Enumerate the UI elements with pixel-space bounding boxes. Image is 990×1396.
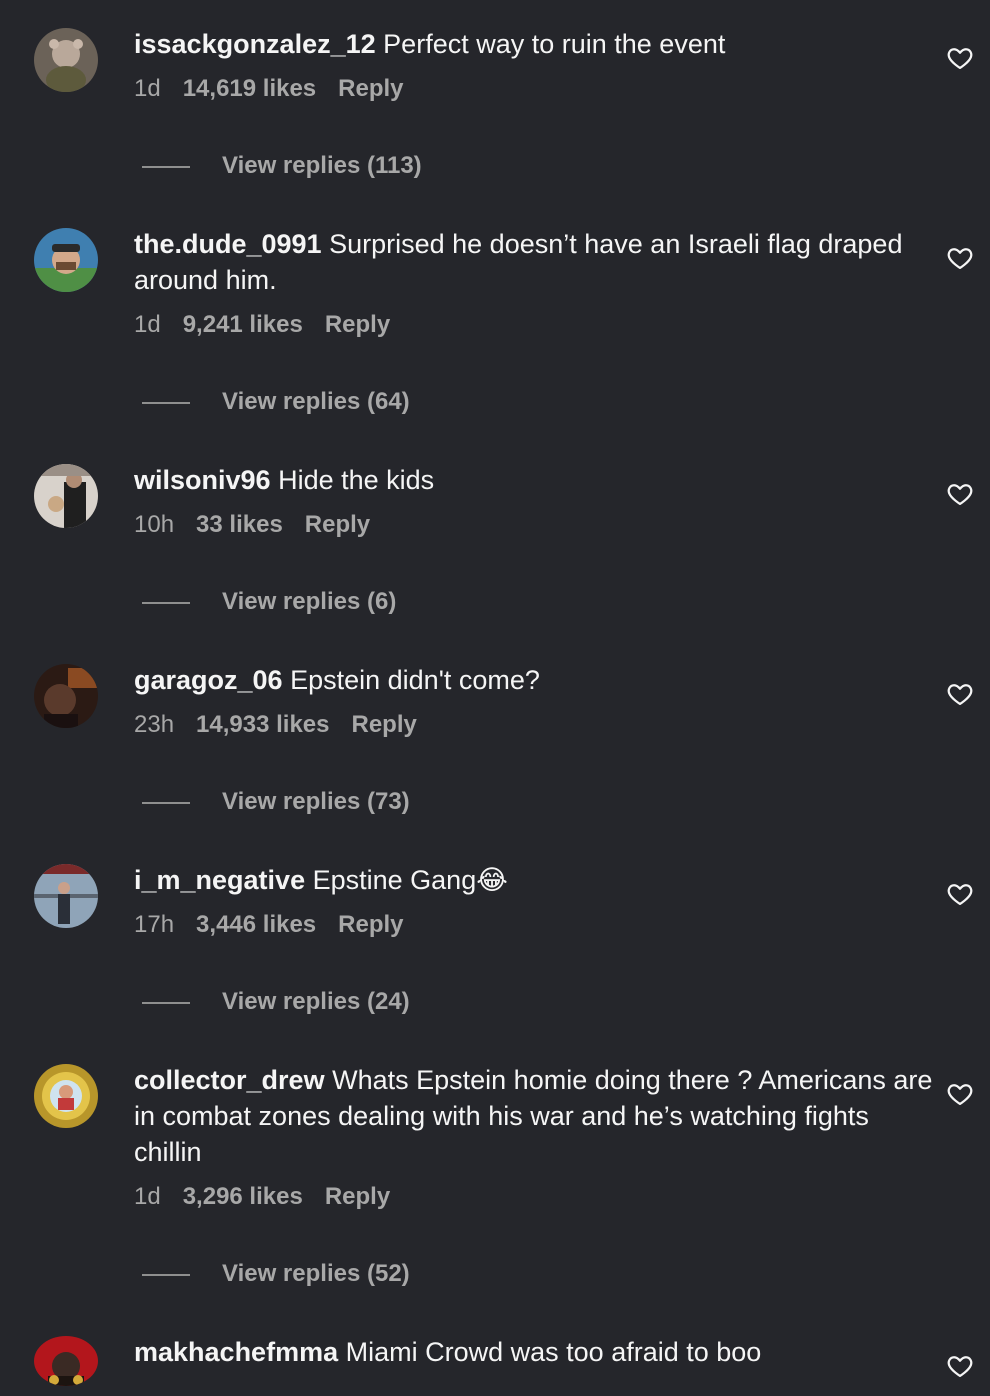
comment-username[interactable]: the.dude_0991 (134, 229, 322, 259)
comment-username[interactable]: garagoz_06 (134, 665, 283, 695)
comment-body: makhachefmma Miami Crowd was too afraid … (134, 1337, 934, 1370)
comment-time: 1d (134, 1183, 161, 1210)
avatar[interactable] (34, 228, 98, 292)
comment-likes[interactable]: 3,296 likes (183, 1182, 303, 1212)
avatar[interactable] (34, 464, 98, 528)
comment-likes[interactable]: 9,241 likes (183, 310, 303, 340)
comment-body: issackgonzalez_12 Perfect way to ruin th… (134, 29, 934, 104)
heart-icon[interactable] (946, 880, 974, 908)
divider-line (142, 166, 190, 168)
comment-text: makhachefmma Miami Crowd was too afraid … (134, 1334, 934, 1370)
comment-meta: 17h 3,446 likes Reply (134, 910, 934, 940)
comment-time: 1d (134, 311, 161, 338)
comment-body: wilsoniv96 Hide the kids 10h 33 likes Repl… (134, 465, 934, 540)
comment-content: Epstine Gang😂 (312, 865, 508, 895)
comment-likes[interactable]: 33 likes (196, 510, 283, 540)
comment-meta: 1d 9,241 likes Reply (134, 310, 934, 340)
heart-icon[interactable] (946, 1352, 974, 1380)
divider-line (142, 1274, 190, 1276)
comment-likes[interactable]: 3,446 likes (196, 910, 316, 940)
comment-username[interactable]: makhachefmma (134, 1337, 338, 1367)
divider-line (142, 402, 190, 404)
comment-body: the.dude_0991 Surprised he doesn’t have … (134, 229, 934, 340)
comment-text: i_m_negative Epstine Gang😂 (134, 862, 934, 898)
comment-time: 23h (134, 711, 175, 738)
heart-icon[interactable] (946, 44, 974, 72)
comment-text: the.dude_0991 Surprised he doesn’t have … (134, 226, 934, 298)
divider-line (142, 802, 190, 804)
avatar[interactable] (34, 664, 98, 728)
view-replies-label: View replies (24) (222, 988, 410, 1015)
view-replies-label: View replies (6) (222, 588, 397, 615)
heart-icon[interactable] (946, 480, 974, 508)
comment-text: wilsoniv96 Hide the kids (134, 462, 934, 498)
comment-username[interactable]: i_m_negative (134, 865, 305, 895)
comment-body: collector_drew Whats Epstein homie doing… (134, 1065, 934, 1212)
comment-text: garagoz_06 Epstein didn't come? (134, 662, 934, 698)
avatar[interactable] (34, 28, 98, 92)
reply-button[interactable]: Reply (352, 710, 417, 740)
comment-content: Perfect way to ruin the event (383, 29, 726, 59)
comment-likes[interactable]: 14,933 likes (196, 710, 329, 740)
comment-content: Miami Crowd was too afraid to boo (345, 1337, 762, 1367)
divider-line (142, 602, 190, 604)
comment-meta: 1d 14,619 likes Reply (134, 74, 934, 104)
comment-username[interactable]: collector_drew (134, 1065, 325, 1095)
view-replies-label: View replies (52) (222, 1260, 410, 1287)
comment-time: 10h (134, 511, 175, 538)
view-replies-label: View replies (113) (222, 152, 422, 179)
avatar[interactable] (34, 1336, 98, 1386)
reply-button[interactable]: Reply (325, 310, 390, 340)
reply-button[interactable]: Reply (338, 910, 403, 940)
comment-body: i_m_negative Epstine Gang😂 17h 3,446 like… (134, 865, 934, 940)
comment-meta: 23h 14,933 likes Reply (134, 710, 934, 740)
reply-button[interactable]: Reply (325, 1182, 390, 1212)
comment-content: Hide the kids (278, 465, 435, 495)
reply-button[interactable]: Reply (305, 510, 370, 540)
view-replies-label: View replies (64) (222, 388, 410, 415)
avatar[interactable] (34, 864, 98, 928)
comment-meta: 10h 33 likes Reply (134, 510, 934, 540)
heart-icon[interactable] (946, 244, 974, 272)
comment-time: 1d (134, 75, 161, 102)
comment-text: collector_drew Whats Epstein homie doing… (134, 1062, 934, 1170)
divider-line (142, 1002, 190, 1004)
avatar[interactable] (34, 1064, 98, 1128)
heart-icon[interactable] (946, 1080, 974, 1108)
comment-time: 17h (134, 911, 175, 938)
heart-icon[interactable] (946, 680, 974, 708)
comment-meta: 1d 3,296 likes Reply (134, 1182, 934, 1212)
comment-username[interactable]: issackgonzalez_12 (134, 29, 376, 59)
comment-text: issackgonzalez_12 Perfect way to ruin th… (134, 26, 934, 62)
view-replies-label: View replies (73) (222, 788, 410, 815)
comment-body: garagoz_06 Epstein didn't come? 23h 14,93… (134, 665, 934, 740)
comment-likes[interactable]: 14,619 likes (183, 74, 316, 104)
reply-button[interactable]: Reply (338, 74, 403, 104)
comment-content: Epstein didn't come? (290, 665, 540, 695)
comment-username[interactable]: wilsoniv96 (134, 465, 271, 495)
